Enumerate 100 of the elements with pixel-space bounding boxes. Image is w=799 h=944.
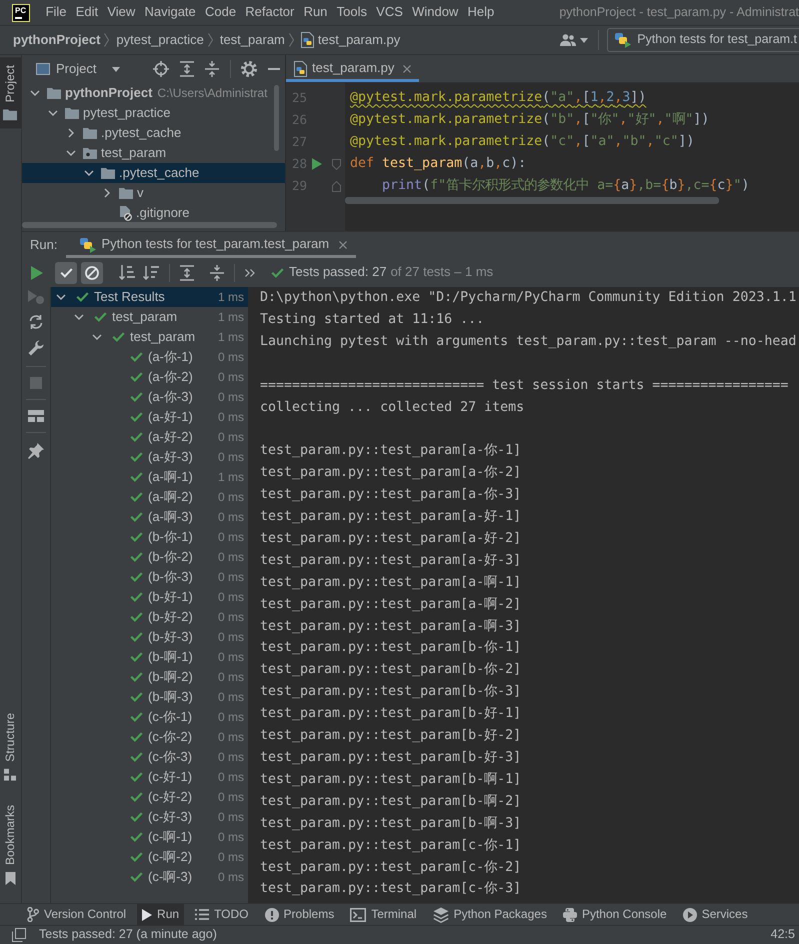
show-ignored-toggle[interactable] <box>81 262 103 284</box>
tree-row[interactable]: (c-好-2) 0 ms <box>51 787 248 807</box>
tree-row[interactable]: (c-你-1) 0 ms <box>51 707 248 727</box>
run-icon[interactable] <box>30 266 42 280</box>
chevron-down-icon[interactable] <box>48 110 58 116</box>
menu-item[interactable]: Code <box>200 4 241 21</box>
breadcrumb-item[interactable]: test_param.py <box>318 32 400 48</box>
tool-window-button[interactable]: Terminal <box>345 904 422 925</box>
pin-icon[interactable] <box>28 443 44 459</box>
tree-row[interactable]: (b-你-1) 0 ms <box>51 527 248 547</box>
run-tab[interactable]: Python tests for test_param.test_param <box>66 232 356 258</box>
close-icon[interactable] <box>403 64 412 72</box>
tool-window-tab[interactable]: Project <box>0 57 21 128</box>
tree-row[interactable]: .pytest_cache <box>22 123 285 143</box>
layout-icon[interactable] <box>28 410 44 422</box>
tree-row[interactable]: (c-啊-3) 0 ms <box>51 867 248 887</box>
menu-item[interactable]: Run <box>298 4 332 21</box>
tree-row[interactable]: (c-啊-2) 0 ms <box>51 847 248 867</box>
menu-item[interactable]: Window <box>407 4 463 21</box>
breadcrumb-item[interactable]: pytest_practice <box>116 32 204 48</box>
people-icon[interactable] <box>560 34 576 46</box>
tool-window-button[interactable]: Version Control <box>22 904 132 925</box>
tree-row[interactable]: (a-好-1) 0 ms <box>51 407 248 427</box>
chevron-down-icon[interactable] <box>84 170 94 176</box>
caret-down-icon[interactable] <box>580 38 588 42</box>
tool-window-button[interactable]: TODO <box>190 904 254 925</box>
scrollbar-thumb[interactable] <box>22 222 277 228</box>
crosshair-icon[interactable] <box>153 61 170 77</box>
tool-window-button[interactable]: Problems <box>260 904 340 925</box>
tool-window-button[interactable]: Python Packages <box>428 904 552 925</box>
refresh-icon[interactable] <box>28 314 44 330</box>
chevron-down-icon[interactable] <box>66 150 76 156</box>
chevron-right-icon[interactable] <box>68 128 74 138</box>
caret-position[interactable]: 42:5 <box>770 927 795 943</box>
tree-row[interactable]: (a-啊-2) 0 ms <box>51 487 248 507</box>
chevron-down-icon[interactable] <box>56 294 66 300</box>
tree-row[interactable]: (a-你-2) 0 ms <box>51 367 248 387</box>
chevron-down-icon[interactable] <box>74 314 84 320</box>
tool-window-tab[interactable]: Bookmarks <box>0 796 21 893</box>
chevron-right-icon[interactable] <box>104 188 110 198</box>
tool-window-tab[interactable]: Structure <box>0 705 21 789</box>
tool-window-button[interactable]: Services <box>678 904 753 925</box>
tree-row[interactable]: v <box>22 183 285 203</box>
double-chevron-icon[interactable] <box>245 268 255 276</box>
tree-row[interactable]: pytest_practice <box>22 103 285 123</box>
chevron-down-icon[interactable] <box>30 90 40 96</box>
menu-item[interactable]: Edit <box>71 4 103 21</box>
menu-item[interactable]: View <box>102 4 140 21</box>
run-icon[interactable] <box>312 158 322 170</box>
breadcrumb-item[interactable]: test_param <box>220 32 285 48</box>
tree-row[interactable]: (b-好-3) 0 ms <box>51 627 248 647</box>
project-view-dropdown[interactable]: Project <box>36 60 120 78</box>
tree-row[interactable]: (a-好-2) 0 ms <box>51 427 248 447</box>
tree-row[interactable]: (a-啊-3) 0 ms <box>51 507 248 527</box>
tree-row[interactable]: (b-你-3) 0 ms <box>51 567 248 587</box>
menu-item[interactable]: Help <box>462 4 499 21</box>
sort-icon[interactable] <box>119 265 135 280</box>
tree-row[interactable]: (c-你-2) 0 ms <box>51 727 248 747</box>
tree-row[interactable]: (b-你-2) 0 ms <box>51 547 248 567</box>
menu-item[interactable]: Refactor <box>240 4 299 21</box>
tree-row[interactable]: (b-啊-2) 0 ms <box>51 667 248 687</box>
scrollbar-thumb[interactable] <box>274 85 279 151</box>
tree-row[interactable]: (c-啊-1) 0 ms <box>51 827 248 847</box>
run-configuration-dropdown[interactable]: Python tests for test_param.t <box>607 28 799 52</box>
menu-item[interactable]: Tools <box>332 4 372 21</box>
tree-row[interactable]: (b-啊-3) 0 ms <box>51 687 248 707</box>
tree-row[interactable]: test_param <box>22 143 285 163</box>
tree-row[interactable]: (a-好-3) 0 ms <box>51 447 248 467</box>
tree-row[interactable]: (a-你-1) 0 ms <box>51 347 248 367</box>
minimize-icon[interactable] <box>268 68 280 70</box>
close-icon[interactable] <box>339 240 348 248</box>
tree-row[interactable]: test_param 1 ms <box>51 307 248 327</box>
tree-row[interactable]: (c-你-3) 0 ms <box>51 747 248 767</box>
menu-item[interactable]: VCS <box>372 4 408 21</box>
menu-item[interactable]: Navigate <box>140 4 200 21</box>
expand-all-icon[interactable] <box>180 61 194 77</box>
tree-row[interactable]: Test Results 1 ms <box>51 287 248 307</box>
wrench-icon[interactable] <box>28 340 44 356</box>
tree-row[interactable]: test_param 1 ms <box>51 327 248 347</box>
tree-row[interactable]: (b-啊-1) 0 ms <box>51 647 248 667</box>
collapse-all-icon[interactable] <box>210 264 224 280</box>
show-passed-toggle[interactable] <box>55 262 77 284</box>
tree-row[interactable]: (a-你-3) 0 ms <box>51 387 248 407</box>
collapse-all-icon[interactable] <box>205 61 220 77</box>
expand-all-icon[interactable] <box>180 264 194 280</box>
tree-row[interactable]: (a-啊-1) 1 ms <box>51 467 248 487</box>
tree-row[interactable]: (b-好-1) 0 ms <box>51 587 248 607</box>
tool-window-button[interactable]: Run <box>137 904 184 925</box>
scrollbar-thumb[interactable] <box>345 197 719 204</box>
settings-icon[interactable] <box>241 61 258 77</box>
tree-row[interactable]: .gitignore <box>22 203 285 223</box>
tree-row[interactable]: (c-好-1) 0 ms <box>51 767 248 787</box>
tree-row[interactable]: pythonProject C:\Users\Administrat <box>22 83 285 103</box>
tree-row[interactable]: (b-好-2) 0 ms <box>51 607 248 627</box>
window-icon[interactable] <box>12 928 26 942</box>
tool-window-button[interactable]: Python Console <box>558 904 672 925</box>
sort-list-icon[interactable] <box>143 266 159 280</box>
tree-row[interactable]: .pytest_cache <box>22 163 285 183</box>
breadcrumb-item[interactable]: pythonProject <box>13 32 100 48</box>
tree-row[interactable]: (c-好-3) 0 ms <box>51 807 248 827</box>
